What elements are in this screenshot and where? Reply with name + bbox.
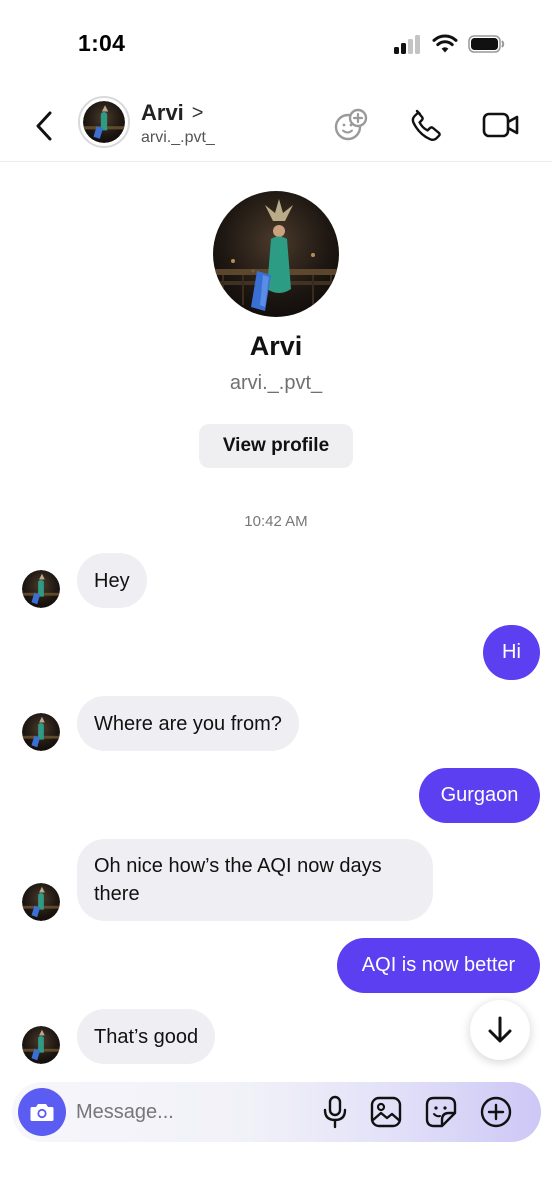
status-bar: 1:04 bbox=[0, 0, 552, 88]
voice-call-button[interactable] bbox=[406, 106, 444, 144]
camera-button[interactable] bbox=[18, 1088, 66, 1136]
incoming-message[interactable]: Oh nice how’s the AQI now days there bbox=[77, 839, 433, 921]
incoming-message[interactable]: That’s good bbox=[77, 1009, 216, 1064]
chevron-right-icon: > bbox=[191, 101, 204, 124]
more-options-button[interactable] bbox=[478, 1094, 514, 1130]
avatar-image bbox=[83, 101, 125, 143]
avatar-image bbox=[22, 570, 60, 608]
camera-icon bbox=[30, 1104, 54, 1121]
sender-avatar[interactable] bbox=[22, 713, 60, 751]
arrow-down-icon bbox=[488, 1016, 512, 1043]
scroll-to-bottom-button[interactable] bbox=[470, 1000, 530, 1060]
avatar-image bbox=[22, 713, 60, 751]
sticker-button[interactable] bbox=[423, 1094, 459, 1130]
chat-header: Arvi > arvi._.pvt_ bbox=[0, 88, 552, 162]
cellular-signal-icon bbox=[394, 35, 420, 54]
status-icons bbox=[394, 34, 506, 54]
outgoing-message[interactable]: AQI is now better bbox=[337, 938, 540, 993]
sender-avatar[interactable] bbox=[22, 883, 60, 921]
sender-avatar[interactable] bbox=[22, 1026, 60, 1064]
outgoing-message[interactable]: Gurgaon bbox=[419, 768, 540, 823]
profile-handle: arvi._.pvt_ bbox=[229, 372, 323, 394]
profile-avatar[interactable] bbox=[213, 191, 339, 317]
avatar-image bbox=[22, 883, 60, 921]
view-profile-button[interactable]: View profile bbox=[199, 424, 353, 468]
avatar-image bbox=[213, 191, 339, 317]
sender-avatar[interactable] bbox=[22, 570, 60, 608]
face-add-icon bbox=[334, 108, 368, 141]
incoming-message[interactable]: Where are you from? bbox=[77, 696, 299, 751]
voice-message-button[interactable] bbox=[317, 1094, 353, 1130]
outgoing-message[interactable]: Hi bbox=[483, 625, 540, 680]
incoming-message[interactable]: Hey bbox=[77, 553, 147, 608]
avatar-image bbox=[22, 1026, 60, 1064]
header-name-link[interactable]: Arvi > bbox=[141, 100, 203, 126]
gallery-button[interactable] bbox=[368, 1094, 404, 1130]
add-icon bbox=[480, 1096, 512, 1128]
chevron-left-icon bbox=[36, 111, 52, 141]
phone-icon bbox=[411, 109, 441, 142]
back-button[interactable] bbox=[28, 106, 60, 146]
header-name: Arvi bbox=[141, 100, 184, 125]
wifi-icon bbox=[432, 34, 458, 53]
profile-name: Arvi bbox=[249, 331, 303, 361]
header-handle: arvi._.pvt_ bbox=[141, 129, 215, 146]
message-composer bbox=[12, 1082, 541, 1142]
microphone-icon bbox=[323, 1095, 347, 1129]
gallery-icon bbox=[370, 1096, 402, 1128]
message-input[interactable] bbox=[76, 1092, 306, 1132]
message-timestamp: 10:42 AM bbox=[244, 513, 308, 530]
battery-icon bbox=[468, 35, 505, 53]
video-call-button[interactable] bbox=[482, 106, 520, 144]
header-avatar[interactable] bbox=[78, 96, 130, 148]
video-camera-icon bbox=[482, 112, 519, 138]
status-time: 1:04 bbox=[78, 30, 126, 56]
sticker-icon bbox=[425, 1096, 457, 1128]
add-collaborator-button[interactable] bbox=[332, 106, 370, 144]
